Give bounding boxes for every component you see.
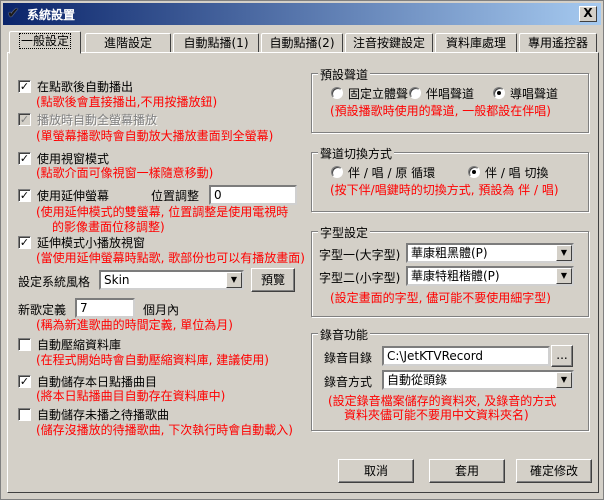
small-font-label: 字型二(小字型)	[319, 271, 401, 285]
font-note: (設定畫面的字型, 儘可能不要使用細字型)	[330, 291, 551, 305]
switch-mode-note: (按下伴/唱鍵時的切換方式, 預設為 伴 / 唱)	[330, 183, 559, 197]
confirm-button[interactable]: 確定修改	[516, 459, 592, 483]
extend-note-1: (使用延伸模式的雙螢幕, 位置調整是使用電視時	[36, 205, 289, 219]
save-today-note: (將本日點播曲目自動存在資料庫中)	[36, 389, 226, 403]
tab-database[interactable]: 資料庫處理	[435, 33, 517, 53]
record-dir-input[interactable]: C:\JetKTVRecord	[382, 346, 550, 366]
skin-label: 設定系統風格	[18, 275, 91, 289]
switch-mode-group: 聲道切換方式 伴 / 唱 / 原 循環 伴 / 唱 切換 (按下伴/唱鍵時的切換…	[311, 145, 589, 212]
extend-screen-checkbox[interactable]: ✓ 使用延伸螢幕	[18, 187, 109, 203]
record-dir-label: 錄音目錄	[324, 351, 373, 365]
title-bar: ✔ 系統設置 X	[3, 3, 601, 25]
dropdown-arrow-icon: ▼	[556, 372, 572, 388]
skin-select[interactable]: Skin ▼	[99, 270, 244, 290]
save-pending-checkbox[interactable]: 自動儲存未播之待播歌曲	[18, 406, 169, 422]
compress-db-checkbox[interactable]: 自動壓縮資料庫	[18, 336, 121, 352]
record-note-1: (設定錄音檔案儲存的資料夾, 及錄音的方式	[328, 394, 557, 408]
settings-window: ✔ 系統設置 X 一般設定 進階設定 自動點播(1) 自動點播(2) 注音按鍵設…	[0, 0, 604, 500]
checkbox-checked-icon: ✓	[18, 235, 31, 249]
browse-button[interactable]: ...	[551, 345, 573, 367]
checkmark-icon: ✔	[7, 4, 20, 22]
small-window-checkbox[interactable]: ✓ 延伸模式小播放視窗	[18, 234, 145, 250]
checkbox-checked-icon: ✓	[18, 151, 31, 165]
general-panel: ✓ 在點歌後自動播出 (點歌後會直接播出,不用按播放鈕) ✓ 播放時自動全螢幕播…	[7, 52, 599, 493]
position-label: 位置調整	[151, 189, 200, 203]
channel-note: (預設播歌時使用的聲道, 一般都設在伴唱)	[330, 104, 551, 118]
channel-group: 預設聲道 固定立體聲 伴唱聲道 導唱聲道 (預設播歌時使用的聲道, 一般都設在伴…	[311, 66, 589, 133]
radio-accompaniment[interactable]: 伴唱聲道	[409, 85, 474, 101]
record-mode-label: 錄音方式	[324, 375, 373, 389]
large-font-select[interactable]: 華康粗黑體(P) ▼	[406, 243, 574, 263]
large-font-label: 字型一(大字型)	[319, 248, 401, 262]
checkbox-unchecked-icon	[18, 337, 31, 351]
record-group-title: 錄音功能	[318, 326, 371, 343]
radio-on-icon	[493, 87, 505, 99]
new-song-note: (稱為新進歌曲的時間定義, 單位為月)	[36, 318, 233, 332]
radio-off-icon	[409, 87, 421, 99]
record-note-2: 資料夾儘可能不要用中文資料夾名)	[344, 408, 529, 422]
tab-auto-play-1[interactable]: 自動點播(1)	[173, 33, 259, 53]
tab-phonetic-keys[interactable]: 注音按鍵設定	[345, 33, 433, 53]
record-group: 錄音功能 錄音目錄 C:\JetKTVRecord ... 錄音方式 自動從頭錄…	[311, 326, 589, 431]
radio-guide-vocal[interactable]: 導唱聲道	[493, 85, 558, 101]
fullscreen-note: (單螢幕播歌時會自動放大播放畫面到全螢幕)	[36, 129, 274, 143]
dropdown-arrow-icon: ▼	[226, 272, 242, 288]
checkbox-checked-icon: ✓	[18, 188, 31, 202]
small-window-note: (當使用延伸螢幕時點歌, 歌部份也可以有播放畫面)	[36, 251, 305, 265]
tab-auto-play-2[interactable]: 自動點播(2)	[261, 33, 343, 53]
auto-play-checkbox[interactable]: ✓ 在點歌後自動播出	[18, 78, 133, 94]
checkbox-disabled-icon: ✓	[18, 112, 31, 126]
radio-cycle[interactable]: 伴 / 唱 / 原 循環	[331, 164, 435, 180]
tab-general[interactable]: 一般設定	[9, 31, 81, 54]
window-mode-checkbox[interactable]: ✓ 使用視窗模式	[18, 150, 109, 166]
tab-strip: 一般設定 進階設定 自動點播(1) 自動點播(2) 注音按鍵設定 資料庫處理 專…	[7, 31, 599, 54]
dropdown-arrow-icon: ▼	[556, 268, 572, 284]
checkbox-unchecked-icon	[18, 407, 31, 421]
compress-db-note: (在程式開始時會自動壓縮資料庫, 建議使用)	[36, 353, 269, 367]
switch-mode-title: 聲道切換方式	[318, 145, 395, 162]
radio-stereo[interactable]: 固定立體聲	[331, 85, 408, 101]
cancel-button[interactable]: 取消	[338, 459, 414, 483]
new-song-unit: 個月內	[143, 303, 180, 317]
radio-toggle[interactable]: 伴 / 唱 切換	[468, 164, 549, 180]
save-pending-note: (儲存沒播放的待播歌曲, 下次執行時會自動載入)	[36, 423, 293, 437]
apply-button[interactable]: 套用	[429, 459, 505, 483]
save-today-checkbox[interactable]: ✓ 自動儲存本日點播曲目	[18, 373, 157, 389]
fullscreen-checkbox: ✓ 播放時自動全螢幕播放	[18, 112, 158, 127]
dropdown-arrow-icon: ▼	[556, 245, 572, 261]
radio-on-icon	[468, 166, 480, 178]
font-group: 字型設定 字型一(大字型) 華康粗黑體(P) ▼ 字型二(小字型) 華康特粗楷體…	[311, 224, 589, 317]
tab-advanced[interactable]: 進階設定	[85, 33, 171, 53]
radio-off-icon	[331, 166, 343, 178]
checkbox-checked-icon: ✓	[18, 374, 31, 388]
auto-play-note: (點歌後會直接播出,不用按播放鈕)	[36, 95, 218, 109]
small-font-select[interactable]: 華康特粗楷體(P) ▼	[406, 266, 574, 286]
checkbox-checked-icon: ✓	[18, 79, 31, 93]
new-song-input[interactable]: 7	[75, 298, 135, 318]
record-mode-select[interactable]: 自動從頭錄 ▼	[382, 370, 574, 390]
window-title: 系統設置	[27, 8, 76, 22]
channel-group-title: 預設聲道	[318, 66, 371, 83]
window-mode-note: (點歌介面可像視窗一樣隨意移動)	[36, 166, 214, 180]
position-input[interactable]: 0	[209, 185, 297, 205]
radio-off-icon	[331, 87, 343, 99]
font-group-title: 字型設定	[318, 224, 371, 241]
close-button[interactable]: X	[579, 6, 597, 22]
preview-button[interactable]: 預覽	[251, 268, 295, 292]
tab-remote[interactable]: 專用遙控器	[519, 33, 597, 53]
new-song-label: 新歌定義	[18, 303, 67, 317]
